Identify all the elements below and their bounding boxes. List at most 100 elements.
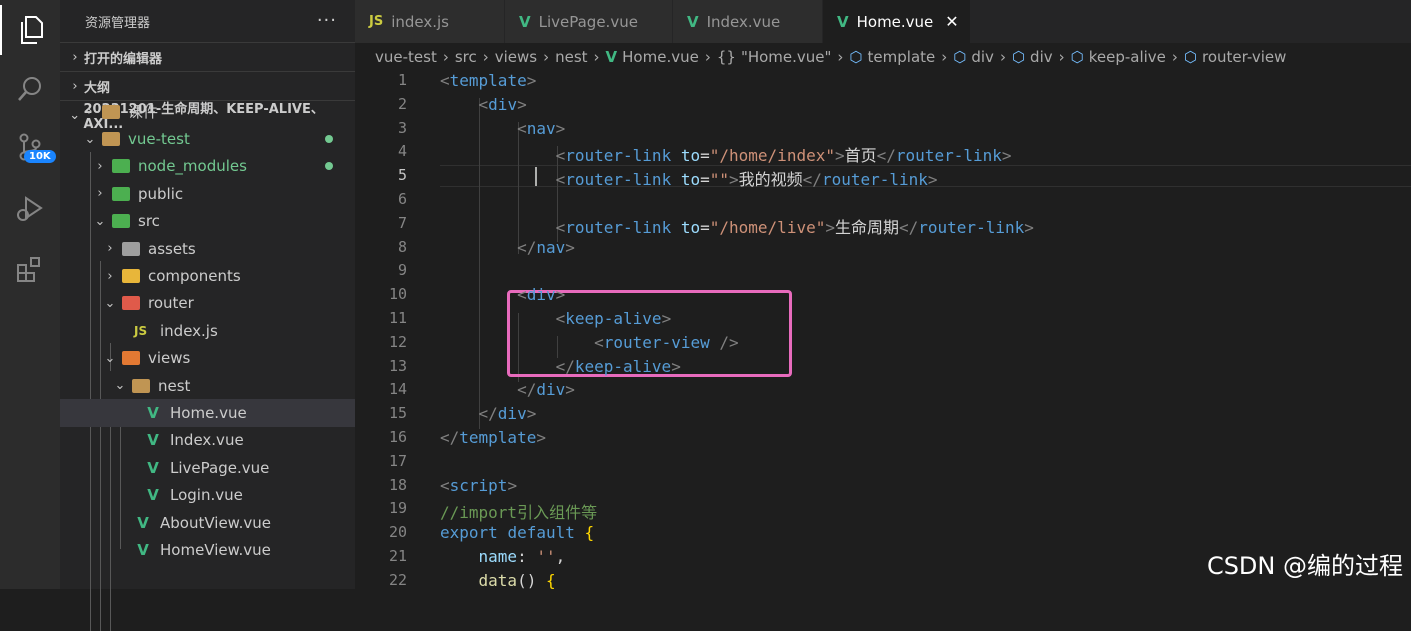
- code-token: export: [440, 523, 498, 543]
- tree-item-public[interactable]: › public: [60, 180, 355, 207]
- sidebar-header: 资源管理器 ···: [60, 0, 355, 42]
- cube-icon: ⬡: [953, 48, 967, 66]
- code-token: >: [536, 428, 546, 447]
- vue-file-icon: V: [147, 431, 159, 450]
- tree-item-src[interactable]: ⌄ src: [60, 208, 355, 235]
- breadcrumb-item[interactable]: nest: [555, 48, 587, 66]
- code-token: router-link: [565, 217, 672, 237]
- vue-file-icon: V: [137, 513, 149, 532]
- breadcrumb-item[interactable]: views: [495, 48, 537, 66]
- chevron-right-icon: ›: [941, 48, 948, 66]
- code-token: 我的视频: [738, 170, 803, 190]
- chevron-right-icon: ›: [97, 186, 103, 202]
- assets-folder-icon: [122, 241, 140, 256]
- chevron-right-icon: ›: [107, 241, 113, 257]
- extensions-icon[interactable]: [0, 245, 60, 295]
- close-icon[interactable]: ✕: [945, 12, 958, 31]
- code-token: :: [517, 547, 537, 566]
- code-token: to: [680, 217, 701, 237]
- code-line: //import引入组件等: [440, 499, 597, 523]
- chevron-right-icon: ›: [1171, 48, 1178, 66]
- source-control-icon[interactable]: [0, 122, 60, 172]
- tree-item-nest[interactable]: ⌄ nest: [60, 372, 355, 399]
- code-line: name: '',: [440, 547, 566, 566]
- tree-item-aboutview-vue[interactable]: V AboutView.vue: [60, 509, 355, 536]
- tree-item-label: node_modules: [138, 157, 247, 176]
- section-label: 大纲: [84, 80, 111, 96]
- tree-item-index-js[interactable]: JS index.js: [60, 317, 355, 344]
- breadcrumb-item[interactable]: Home.vue: [622, 48, 699, 66]
- line-number: 15: [388, 404, 407, 423]
- chevron-right-icon: ›: [543, 48, 550, 66]
- more-actions-icon[interactable]: ···: [317, 10, 337, 31]
- tree-item-assets[interactable]: › assets: [60, 235, 355, 262]
- modified-dot: [325, 162, 333, 171]
- breadcrumb-item[interactable]: vue-test: [375, 48, 437, 66]
- breadcrumb-item[interactable]: keep-alive: [1089, 48, 1166, 66]
- code-token: router-link: [565, 146, 672, 166]
- breadcrumb-item[interactable]: "Home.vue": [741, 48, 831, 66]
- code-token: >: [661, 309, 672, 328]
- breadcrumb-item[interactable]: div: [971, 48, 994, 66]
- tree-item-livepage-vue[interactable]: V LivePage.vue: [60, 454, 355, 481]
- tree-item-index-vue[interactable]: V Index.vue: [60, 427, 355, 454]
- tree-item-components[interactable]: › components: [60, 262, 355, 289]
- line-number: 7: [397, 213, 407, 232]
- chevron-right-icon: ›: [482, 48, 489, 66]
- code-editor[interactable]: 1 2 3 4 5 6 7 8 9 10 11 12 13 14 15 16 17 18 19 20 21 22 <temp…: [355, 70, 1411, 590]
- vue-file-icon: V: [147, 403, 159, 422]
- code-token: >: [729, 170, 739, 190]
- section-label: 打开的编辑器: [84, 51, 163, 67]
- tree-item-label: AboutView.vue: [160, 513, 271, 532]
- code-token: 首页: [844, 146, 877, 166]
- router-folder-icon: [122, 296, 140, 311]
- tree-item-node-modules[interactable]: › node_modules: [60, 153, 355, 180]
- breadcrumb-item[interactable]: div: [1030, 48, 1053, 66]
- breadcrumb-item[interactable]: router-view: [1202, 48, 1286, 66]
- tab-index-vue[interactable]: V Index.vue: [673, 0, 823, 43]
- tree-item-homeview-vue[interactable]: V HomeView.vue: [60, 536, 355, 563]
- tab-label: LivePage.vue: [538, 12, 638, 31]
- tree-item-vue-test[interactable]: ⌄ vue-test: [60, 125, 355, 152]
- tree-item-home-vue[interactable]: V Home.vue: [60, 399, 355, 427]
- line-number: 21: [388, 547, 407, 565]
- code-line: <div>: [440, 95, 527, 114]
- section-outline[interactable]: › 大纲: [60, 71, 355, 100]
- section-open-editors[interactable]: › 打开的编辑器: [60, 42, 355, 71]
- tree-item-kejian[interactable]: › 课件: [60, 98, 355, 125]
- code-token: <: [555, 309, 566, 328]
- tab-livepage-vue[interactable]: V LivePage.vue: [505, 0, 673, 43]
- tab-index-js[interactable]: JS index.js: [355, 0, 505, 43]
- line-number: 10: [388, 285, 407, 304]
- line-number: 22: [388, 570, 407, 589]
- tab-home-vue[interactable]: V Home.vue ✕: [823, 0, 971, 43]
- code-token: >: [1024, 217, 1034, 237]
- folder-open-icon: [132, 378, 150, 393]
- breadcrumb-item[interactable]: src: [455, 48, 477, 66]
- code-token: <: [555, 170, 566, 190]
- code-token: </: [517, 380, 537, 400]
- code-line: </nav>: [440, 238, 575, 257]
- js-file-icon: JS: [134, 323, 148, 338]
- run-debug-icon[interactable]: [0, 183, 60, 233]
- tree-item-views[interactable]: ⌄ views: [60, 345, 355, 372]
- code-line: export default {: [440, 523, 594, 542]
- code-token: =: [700, 146, 710, 166]
- cube-icon: ⬡: [1183, 48, 1198, 66]
- tree-item-login-vue[interactable]: V Login.vue: [60, 481, 355, 508]
- code-token: </: [440, 428, 460, 447]
- breadcrumb-item[interactable]: template: [868, 48, 936, 66]
- search-icon[interactable]: [0, 64, 60, 114]
- components-folder-icon: [122, 269, 140, 284]
- code-line: </div>: [440, 404, 537, 423]
- code-token: "/home/live": [709, 217, 826, 237]
- tree-item-router[interactable]: ⌄ router: [60, 290, 355, 317]
- code-token: script: [449, 475, 508, 495]
- explorer-icon[interactable]: [0, 5, 60, 55]
- tree-item-label: assets: [148, 239, 196, 258]
- tree-item-label: Login.vue: [170, 486, 243, 505]
- tree-item-label: LivePage.vue: [170, 458, 270, 477]
